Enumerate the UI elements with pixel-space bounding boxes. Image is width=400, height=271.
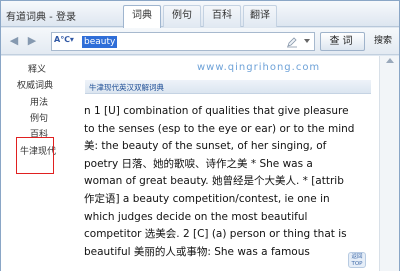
tab-dictionary[interactable]: 词典 bbox=[123, 5, 161, 28]
sidebar-item-usage[interactable]: 用法 bbox=[30, 95, 48, 108]
lookup-button[interactable]: 查词 bbox=[320, 32, 365, 51]
entry-line: poetry 日落、她的歌唳、诗作之美 * She was a bbox=[84, 157, 313, 170]
entry-line: 作定语] a beauty competition/contest, ie on… bbox=[84, 192, 330, 205]
entry-text: n 1 [U] combination of qualities that gi… bbox=[84, 103, 374, 261]
chevron-down-icon[interactable] bbox=[304, 39, 310, 43]
app-title: 有道词典 - 登录 bbox=[6, 12, 76, 23]
scroll-up-icon[interactable] bbox=[386, 58, 394, 63]
sidebar: 释义 权威词典 用法 例句 百科 牛津现代 bbox=[1, 56, 77, 271]
dictionary-window: 有道词典 - 登录 词典 例句 百科 翻译 ◀ ▶ A℃▾ beauty 查词 … bbox=[0, 0, 400, 271]
entry-line: 美: the beauty of the sunset, of her sing… bbox=[84, 140, 327, 153]
entry-line: which judges decide on the most beautifu… bbox=[84, 210, 308, 223]
sidebar-item-definition[interactable]: 释义 bbox=[28, 62, 46, 75]
content-area: 释义 权威词典 用法 例句 百科 牛津现代 www.qingrihong.com… bbox=[1, 56, 399, 271]
back-arrow-icon[interactable]: ◀ bbox=[7, 34, 21, 48]
selection-highlight bbox=[16, 137, 54, 174]
definition-panel: www.qingrihong.com 牛津现代英汉双解词典 n 1 [U] co… bbox=[77, 56, 379, 271]
search-box: A℃▾ beauty bbox=[51, 32, 315, 51]
sidebar-item-examples[interactable]: 例句 bbox=[30, 111, 48, 124]
entry-line: n 1 [U] combination of qualities that gi… bbox=[84, 105, 349, 117]
back-to-top-button[interactable]: 返回 TOP bbox=[348, 252, 366, 268]
tab-examples[interactable]: 例句 bbox=[163, 5, 201, 27]
source-title: 牛津现代英汉双解词典 bbox=[89, 83, 164, 92]
vertical-scrollbar[interactable] bbox=[379, 56, 399, 271]
language-select[interactable]: A℃▾ bbox=[54, 35, 74, 44]
search-input[interactable]: beauty bbox=[82, 36, 118, 48]
title-bar: 有道词典 - 登录 词典 例句 百科 翻译 bbox=[1, 1, 399, 28]
sidebar-item-authoritative[interactable]: 权威词典 bbox=[17, 78, 53, 91]
forward-arrow-icon[interactable]: ▶ bbox=[25, 34, 39, 48]
entry-line: beautiful 美丽的人或事物: She was a famous bbox=[84, 245, 310, 258]
pencil-icon[interactable] bbox=[286, 36, 298, 48]
watermark: www.qingrihong.com bbox=[197, 62, 321, 73]
tab-encyclopedia[interactable]: 百科 bbox=[203, 5, 241, 27]
search-button[interactable]: 搜索 bbox=[369, 32, 397, 51]
entry-line: woman of great beauty. 她曾经是个大美人. * [attr… bbox=[84, 175, 344, 188]
tab-translate[interactable]: 翻译 bbox=[243, 5, 277, 27]
search-bar: ◀ ▶ A℃▾ beauty 查词 搜索 bbox=[1, 28, 399, 55]
back-to-top-sub: TOP bbox=[351, 261, 363, 267]
source-header: 牛津现代英汉双解词典 bbox=[85, 80, 371, 94]
back-to-top-label: 返回 bbox=[351, 254, 363, 260]
entry-line: to the senses (esp to the eye or ear) or… bbox=[84, 122, 355, 135]
tab-bar: 词典 例句 百科 翻译 bbox=[123, 5, 279, 28]
entry-line: competitor 选美会. 2 [C] (a) person or thin… bbox=[84, 228, 347, 241]
